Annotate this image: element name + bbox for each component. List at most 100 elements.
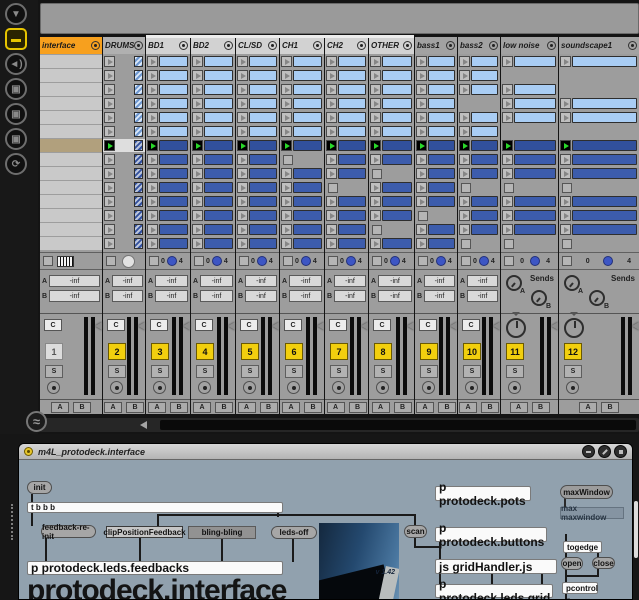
clip-play-icon[interactable] [237, 84, 248, 95]
speaker-icon[interactable]: ◄) [5, 53, 27, 75]
send-b-value[interactable]: -inf [334, 290, 366, 302]
clip-play-active-icon[interactable] [370, 140, 381, 151]
clip-slot[interactable] [501, 55, 558, 68]
clip-play-icon[interactable] [281, 56, 292, 67]
clip[interactable] [471, 210, 498, 221]
clip-play-icon[interactable] [104, 112, 115, 123]
edit-pencil-icon[interactable] [598, 445, 611, 458]
clip-play-active-icon[interactable] [326, 140, 337, 151]
clip-slot[interactable] [369, 209, 414, 222]
clip-slot[interactable] [325, 111, 368, 124]
clip[interactable] [428, 238, 455, 249]
clip-slot[interactable] [146, 195, 190, 208]
pan-knob[interactable] [564, 318, 584, 338]
clip-play-icon[interactable] [370, 154, 381, 165]
track-activator-button[interactable]: 11 [506, 343, 524, 360]
send-b-value[interactable]: -inf [467, 290, 498, 302]
clip-play-icon[interactable] [237, 98, 248, 109]
clip[interactable] [159, 56, 188, 67]
clip-slot[interactable] [325, 83, 368, 96]
clip-play-icon[interactable] [326, 126, 337, 137]
clip[interactable] [338, 168, 366, 179]
clip-play-icon[interactable] [502, 112, 513, 123]
clip-slot[interactable] [280, 223, 324, 236]
clip-play-icon[interactable] [192, 126, 203, 137]
clip-play-active-icon[interactable] [416, 140, 427, 151]
clip-slot[interactable] [458, 55, 500, 68]
crossfade-b-button[interactable]: B [304, 402, 322, 413]
arm-record-button[interactable] [376, 381, 389, 394]
meter-icon[interactable] [357, 41, 366, 50]
clip[interactable] [338, 210, 366, 221]
object-pots[interactable]: p protodeck.pots [435, 486, 531, 501]
arm-record-button[interactable] [110, 381, 123, 394]
pan-control[interactable]: C [240, 319, 258, 331]
clip[interactable] [293, 210, 322, 221]
clip[interactable] [382, 140, 412, 151]
clip[interactable] [428, 140, 455, 151]
clip-play-icon[interactable] [192, 154, 203, 165]
clip[interactable] [159, 112, 188, 123]
clip-play-icon[interactable] [416, 182, 427, 193]
clip[interactable] [428, 56, 455, 67]
clip-stop-button[interactable] [562, 183, 572, 193]
patch-title-bar[interactable]: m4L_protodeck.interface [19, 444, 632, 460]
clip-play-icon[interactable] [326, 154, 337, 165]
clip-play-icon[interactable] [459, 154, 470, 165]
send-a-value[interactable]: -inf [200, 275, 233, 287]
crossfade-a-button[interactable]: A [104, 402, 122, 413]
track-header[interactable]: CH2 [325, 37, 368, 54]
clip-slot[interactable] [103, 125, 145, 138]
crossfade-a-button[interactable]: A [459, 402, 477, 413]
clip-play-icon[interactable] [281, 98, 292, 109]
clip[interactable] [159, 238, 188, 249]
clip-slot[interactable] [325, 139, 368, 152]
pan-control[interactable]: C [284, 319, 302, 331]
clip-play-active-icon[interactable] [502, 140, 513, 151]
clip[interactable] [338, 84, 366, 95]
clip-play-icon[interactable] [104, 126, 115, 137]
clip-slot[interactable] [458, 111, 500, 124]
clip-stop-button[interactable] [461, 183, 471, 193]
clip[interactable] [159, 140, 188, 151]
clip[interactable] [204, 112, 233, 123]
clip[interactable] [159, 98, 188, 109]
clip-slot[interactable] [369, 153, 414, 166]
clip-slot[interactable] [40, 153, 102, 166]
pan-control[interactable]: C [329, 319, 347, 331]
clip-play-icon[interactable] [370, 210, 381, 221]
clip-play-icon[interactable] [147, 126, 158, 137]
clip[interactable] [159, 84, 188, 95]
solo-button[interactable]: S [241, 365, 259, 378]
volume-fader-handle[interactable] [228, 322, 235, 330]
clip-slot-icon[interactable]: ▬ [5, 28, 27, 50]
clip-slot[interactable] [40, 139, 102, 152]
clip-play-icon[interactable] [237, 56, 248, 67]
meter-icon[interactable] [268, 41, 277, 50]
object-pcontrol[interactable]: pcontrol [562, 582, 598, 594]
clip-play-icon[interactable] [370, 182, 381, 193]
solo-button[interactable]: S [45, 365, 63, 378]
clip-play-icon[interactable] [237, 126, 248, 137]
clip-play-icon[interactable] [502, 98, 513, 109]
clip-stop-button[interactable] [372, 225, 382, 235]
clip-play-icon[interactable] [459, 112, 470, 123]
clip-slot[interactable] [191, 195, 235, 208]
clip-play-icon[interactable] [370, 196, 381, 207]
clip-play-icon[interactable] [459, 84, 470, 95]
clip[interactable] [249, 98, 277, 109]
clip[interactable] [428, 154, 455, 165]
clip-slot[interactable] [369, 167, 414, 180]
meter-icon[interactable] [628, 41, 637, 50]
clip-play-icon[interactable] [192, 224, 203, 235]
clip[interactable] [382, 126, 412, 137]
clip-slot[interactable] [40, 55, 102, 68]
clip-slot[interactable] [236, 69, 279, 82]
clip-slot[interactable] [103, 139, 145, 152]
clip-play-active-icon[interactable] [104, 140, 115, 151]
solo-button[interactable]: S [463, 365, 481, 378]
clip-play-icon[interactable] [370, 98, 381, 109]
clip[interactable] [338, 140, 366, 151]
group-clip-hatch[interactable] [134, 70, 143, 81]
volume-fader-handle[interactable] [317, 322, 324, 330]
